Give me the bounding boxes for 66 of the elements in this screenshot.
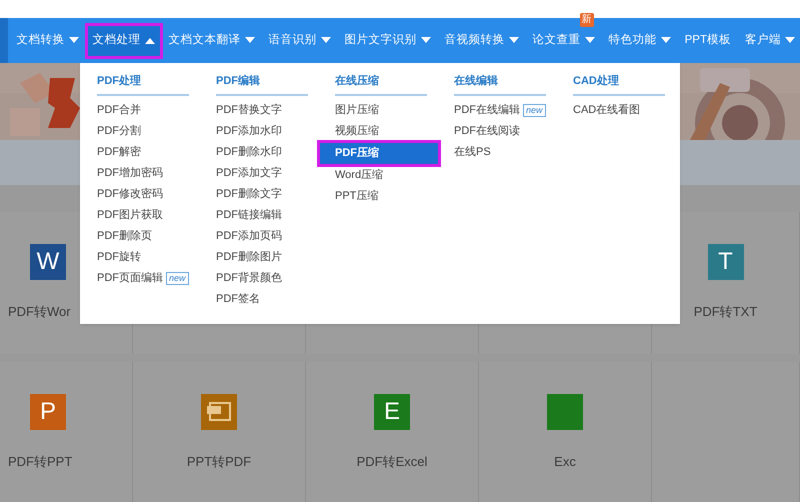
- menu-link[interactable]: 视频压缩: [335, 120, 427, 142]
- nav-menu-item[interactable]: 客户端: [740, 26, 800, 56]
- file-type-icon: T: [708, 244, 744, 280]
- menu-link[interactable]: PDF解密: [97, 142, 189, 162]
- file-type-icon: P: [30, 394, 66, 430]
- new-tag: new: [523, 104, 546, 116]
- menu-link[interactable]: PDF添加文字: [216, 162, 308, 184]
- caret-icon: [508, 37, 519, 44]
- menu-link[interactable]: PDF背景颜色: [216, 268, 308, 288]
- nav-menu-item[interactable]: 特色功能: [604, 26, 676, 56]
- caret-icon: [584, 37, 595, 44]
- menu-link[interactable]: PDF分割: [97, 120, 189, 142]
- card-label[interactable]: PDF转TXT: [694, 302, 758, 322]
- caret-icon: [320, 37, 331, 44]
- menu-link[interactable]: PDF增加密码: [97, 162, 189, 184]
- menu-link[interactable]: PDF添加页码: [216, 226, 308, 246]
- menu-link[interactable]: PDF替换文字: [216, 100, 308, 120]
- card-label[interactable]: Exc: [554, 452, 576, 472]
- caret-icon: [420, 37, 431, 44]
- column-heading: PDF处理: [97, 73, 189, 96]
- menu-link[interactable]: PDF删除水印: [216, 142, 308, 162]
- nav-menu-item[interactable]: 文档文本翻译: [164, 26, 260, 56]
- menu-link[interactable]: PDF删除图片: [216, 246, 308, 268]
- column-heading: CAD处理: [573, 73, 665, 96]
- caret-icon: [785, 37, 795, 44]
- menu-link[interactable]: PDF合并: [97, 100, 189, 120]
- menu-link[interactable]: PDF压缩: [320, 142, 438, 164]
- menu-link[interactable]: PDF旋转: [97, 246, 189, 268]
- menu-link[interactable]: PDF添加水印: [216, 120, 308, 142]
- menu-link[interactable]: PDF修改密码: [97, 184, 189, 204]
- menu-link[interactable]: 在线PS: [454, 142, 546, 162]
- menu-link[interactable]: 图片压缩: [335, 100, 427, 120]
- menu-link[interactable]: PDF在线阅读: [454, 120, 546, 142]
- nav-menu-item[interactable]: 音视频转换: [440, 26, 524, 56]
- menu-link[interactable]: PDF签名: [216, 288, 308, 310]
- caret-icon: [244, 37, 255, 44]
- card-label[interactable]: PDF转PPT: [8, 452, 72, 472]
- nav-edge: [0, 18, 8, 63]
- menu-link[interactable]: PDF图片获取: [97, 204, 189, 226]
- menu-link[interactable]: PDF删除文字: [216, 184, 308, 204]
- menu-link[interactable]: Word压缩: [335, 164, 427, 186]
- nav-menu-item[interactable]: 图片文字识别: [340, 26, 436, 56]
- file-type-icon: E: [374, 394, 410, 430]
- menu-link[interactable]: PDF删除页: [97, 226, 189, 246]
- caret-icon: [144, 37, 155, 44]
- new-badge: 新: [580, 12, 594, 26]
- menu-link[interactable]: PDF链接编辑: [216, 204, 308, 226]
- menu-link[interactable]: PDF页面编辑 new: [97, 268, 189, 288]
- column-heading: PDF编辑: [216, 73, 308, 96]
- nav-menu-item[interactable]: PPT模板: [680, 26, 736, 56]
- column-heading: 在线编辑: [454, 73, 546, 96]
- nav-menu-item[interactable]: 文档转换: [12, 26, 84, 56]
- caret-icon: [660, 37, 671, 44]
- file-type-icon: W: [30, 244, 66, 280]
- new-tag: new: [166, 272, 189, 284]
- card-label[interactable]: PDF转Excel: [356, 452, 428, 472]
- nav-menu-item[interactable]: 语音识别: [264, 26, 336, 56]
- menu-link[interactable]: PDF在线编辑 new: [454, 100, 546, 120]
- card-label[interactable]: PDF转Wor: [8, 302, 71, 322]
- caret-icon: [68, 37, 79, 44]
- card-label[interactable]: PPT转PDF: [186, 452, 252, 472]
- column-heading: 在线压缩: [335, 73, 427, 96]
- menu-link[interactable]: PPT压缩: [335, 186, 427, 206]
- menu-link[interactable]: CAD在线看图: [573, 100, 665, 120]
- nav-menu-item[interactable]: 文档处理: [88, 26, 160, 56]
- nav-menu-item[interactable]: 论文查重: [528, 26, 600, 56]
